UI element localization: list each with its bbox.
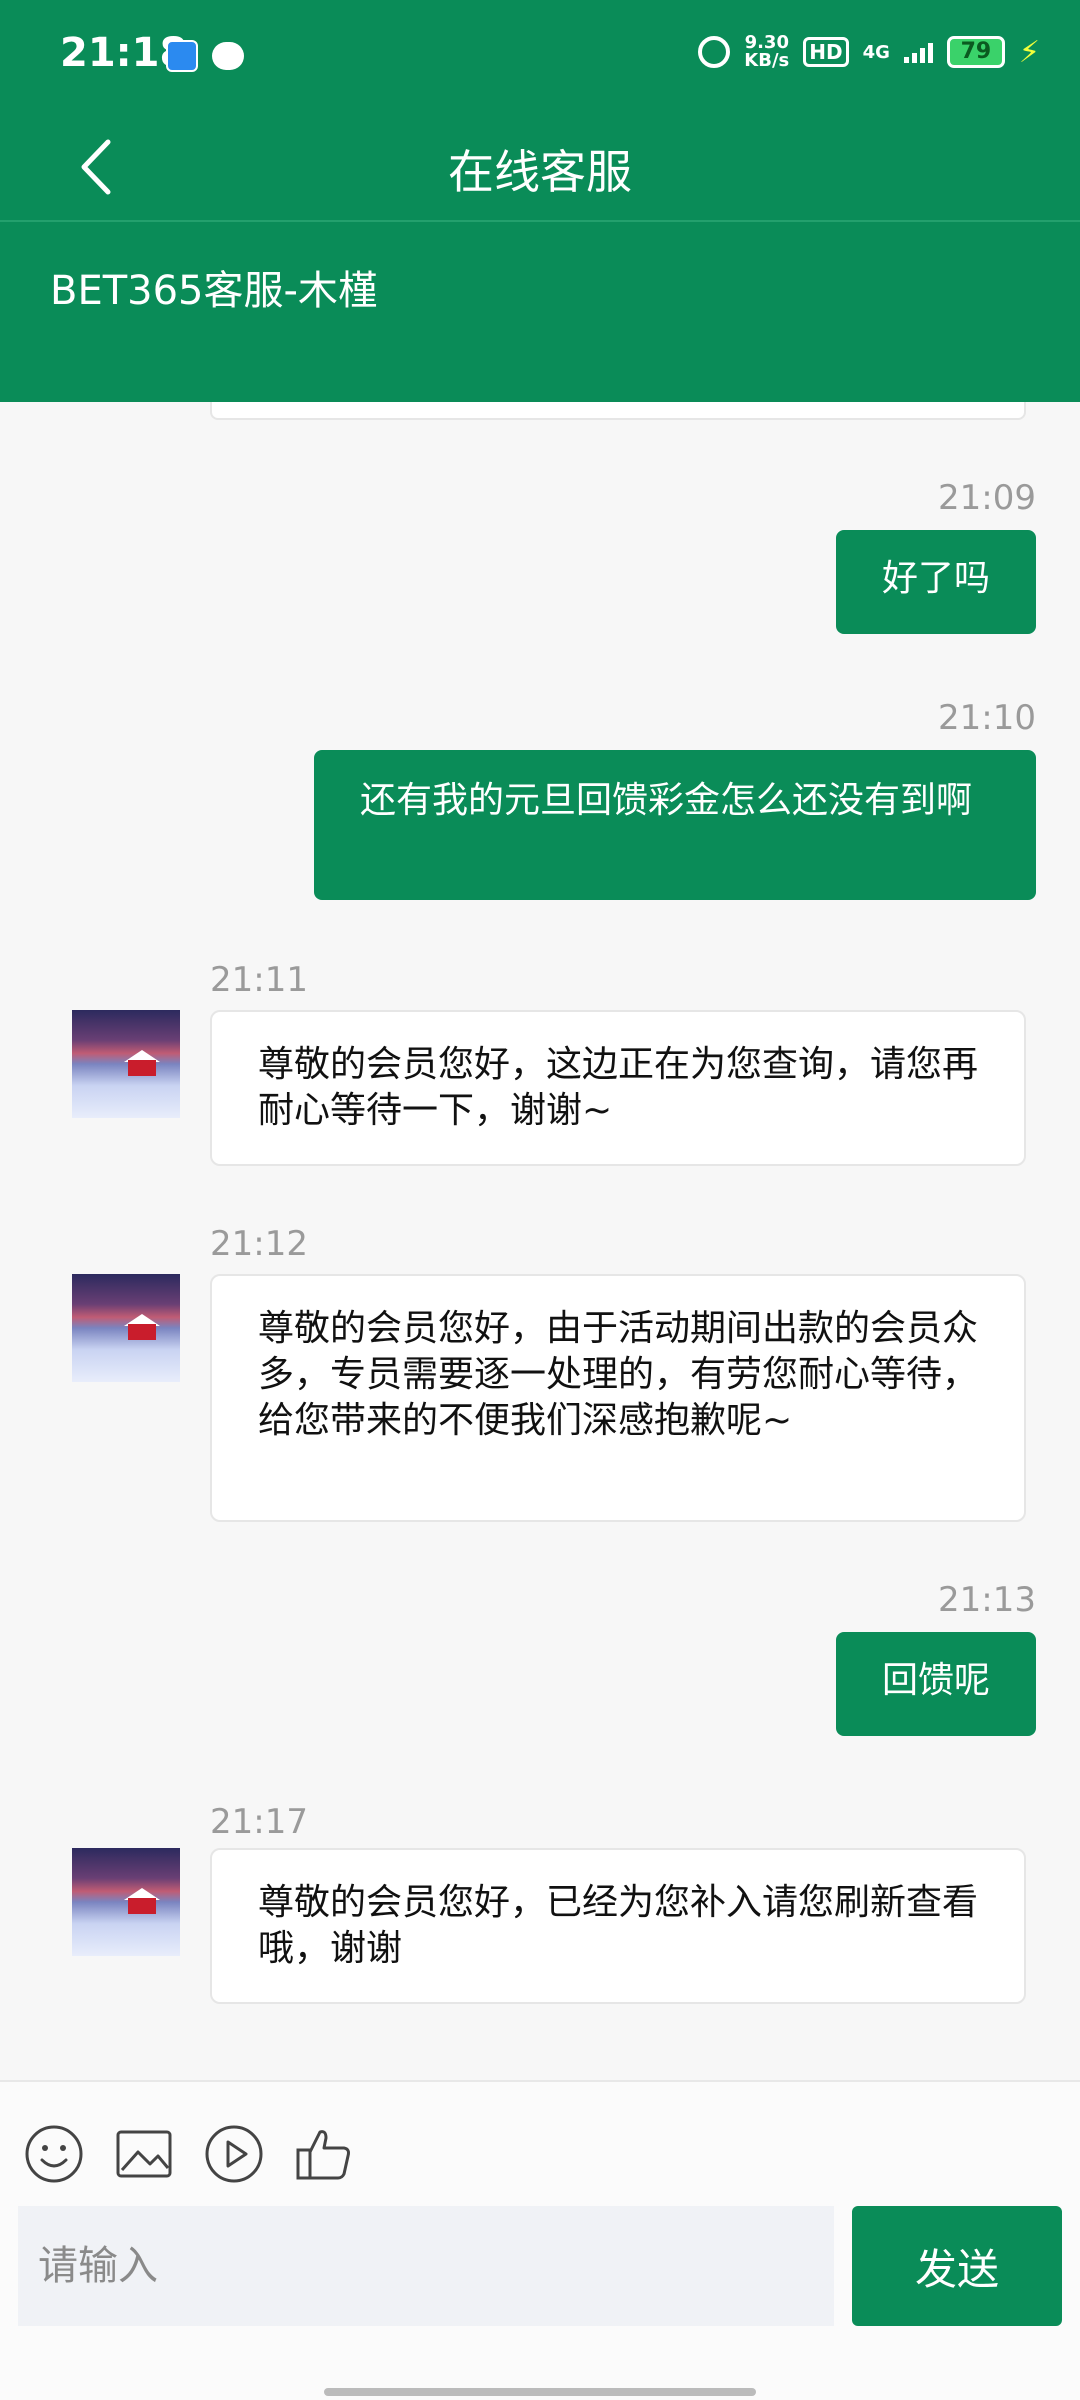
network-type: 4G	[862, 41, 890, 63]
home-indicator[interactable]	[324, 2388, 756, 2396]
video-button[interactable]	[202, 2122, 266, 2186]
message-time: 21:11	[210, 960, 308, 1000]
emoji-button[interactable]	[22, 2122, 86, 2186]
charging-icon: ⚡	[1018, 34, 1040, 70]
message-time: 21:10	[938, 698, 1036, 738]
network-speed-unit: KB/s	[744, 50, 790, 71]
message-notification-icon	[212, 42, 244, 70]
chat-area[interactable]: 21:09 好了吗 21:10 还有我的元旦回馈彩金怎么还没有到啊 21:11 …	[0, 402, 1080, 2080]
alarm-icon	[698, 36, 731, 68]
thumbs-up-icon	[296, 2130, 350, 2180]
incoming-message[interactable]: 尊敬的会员您好，由于活动期间出款的会员众多，专员需要逐一处理的，有劳您耐心等待，…	[210, 1274, 1026, 1522]
hd-icon: HD	[803, 37, 849, 67]
incoming-message[interactable]: 尊敬的会员您好，已经为您补入请您刷新查看哦，谢谢	[210, 1848, 1026, 2004]
image-icon	[116, 2130, 172, 2178]
app-notification-icon	[166, 40, 198, 72]
play-icon	[205, 2125, 263, 2183]
agent-avatar[interactable]	[72, 1848, 180, 1956]
agent-name: BET365客服-木槿	[50, 268, 378, 314]
message-input[interactable]	[18, 2206, 834, 2326]
page-title: 在线客服	[448, 145, 632, 199]
network-speed: 9.30 KB/s	[744, 34, 789, 70]
signal-icon	[903, 41, 933, 63]
battery-icon: 79	[946, 36, 1005, 68]
status-bar: 21:18 9.30 KB/s HD 4G 79 ⚡	[0, 0, 1080, 112]
message-time: 21:12	[210, 1224, 308, 1264]
outgoing-message[interactable]: 还有我的元旦回馈彩金怎么还没有到啊	[314, 750, 1036, 900]
message-time: 21:13	[938, 1580, 1036, 1620]
agent-avatar[interactable]	[72, 1010, 180, 1118]
outgoing-message[interactable]: 回馈呢	[835, 1632, 1036, 1736]
agent-avatar[interactable]	[72, 1274, 180, 1382]
send-button[interactable]: 发送	[852, 2206, 1062, 2326]
like-button[interactable]	[292, 2122, 356, 2186]
outgoing-message[interactable]: 好了吗	[835, 530, 1036, 634]
nav-bar: 在线客服	[0, 112, 1080, 222]
message-bubble-partial	[210, 402, 1026, 420]
composer-bar: 发送	[0, 2080, 1080, 2400]
emoji-icon	[25, 2125, 83, 2183]
message-time: 21:17	[210, 1802, 308, 1842]
incoming-message[interactable]: 尊敬的会员您好，这边正在为您查询，请您再耐心等待一下，谢谢~	[210, 1010, 1026, 1166]
image-button[interactable]	[112, 2122, 176, 2186]
message-time: 21:09	[938, 478, 1036, 518]
